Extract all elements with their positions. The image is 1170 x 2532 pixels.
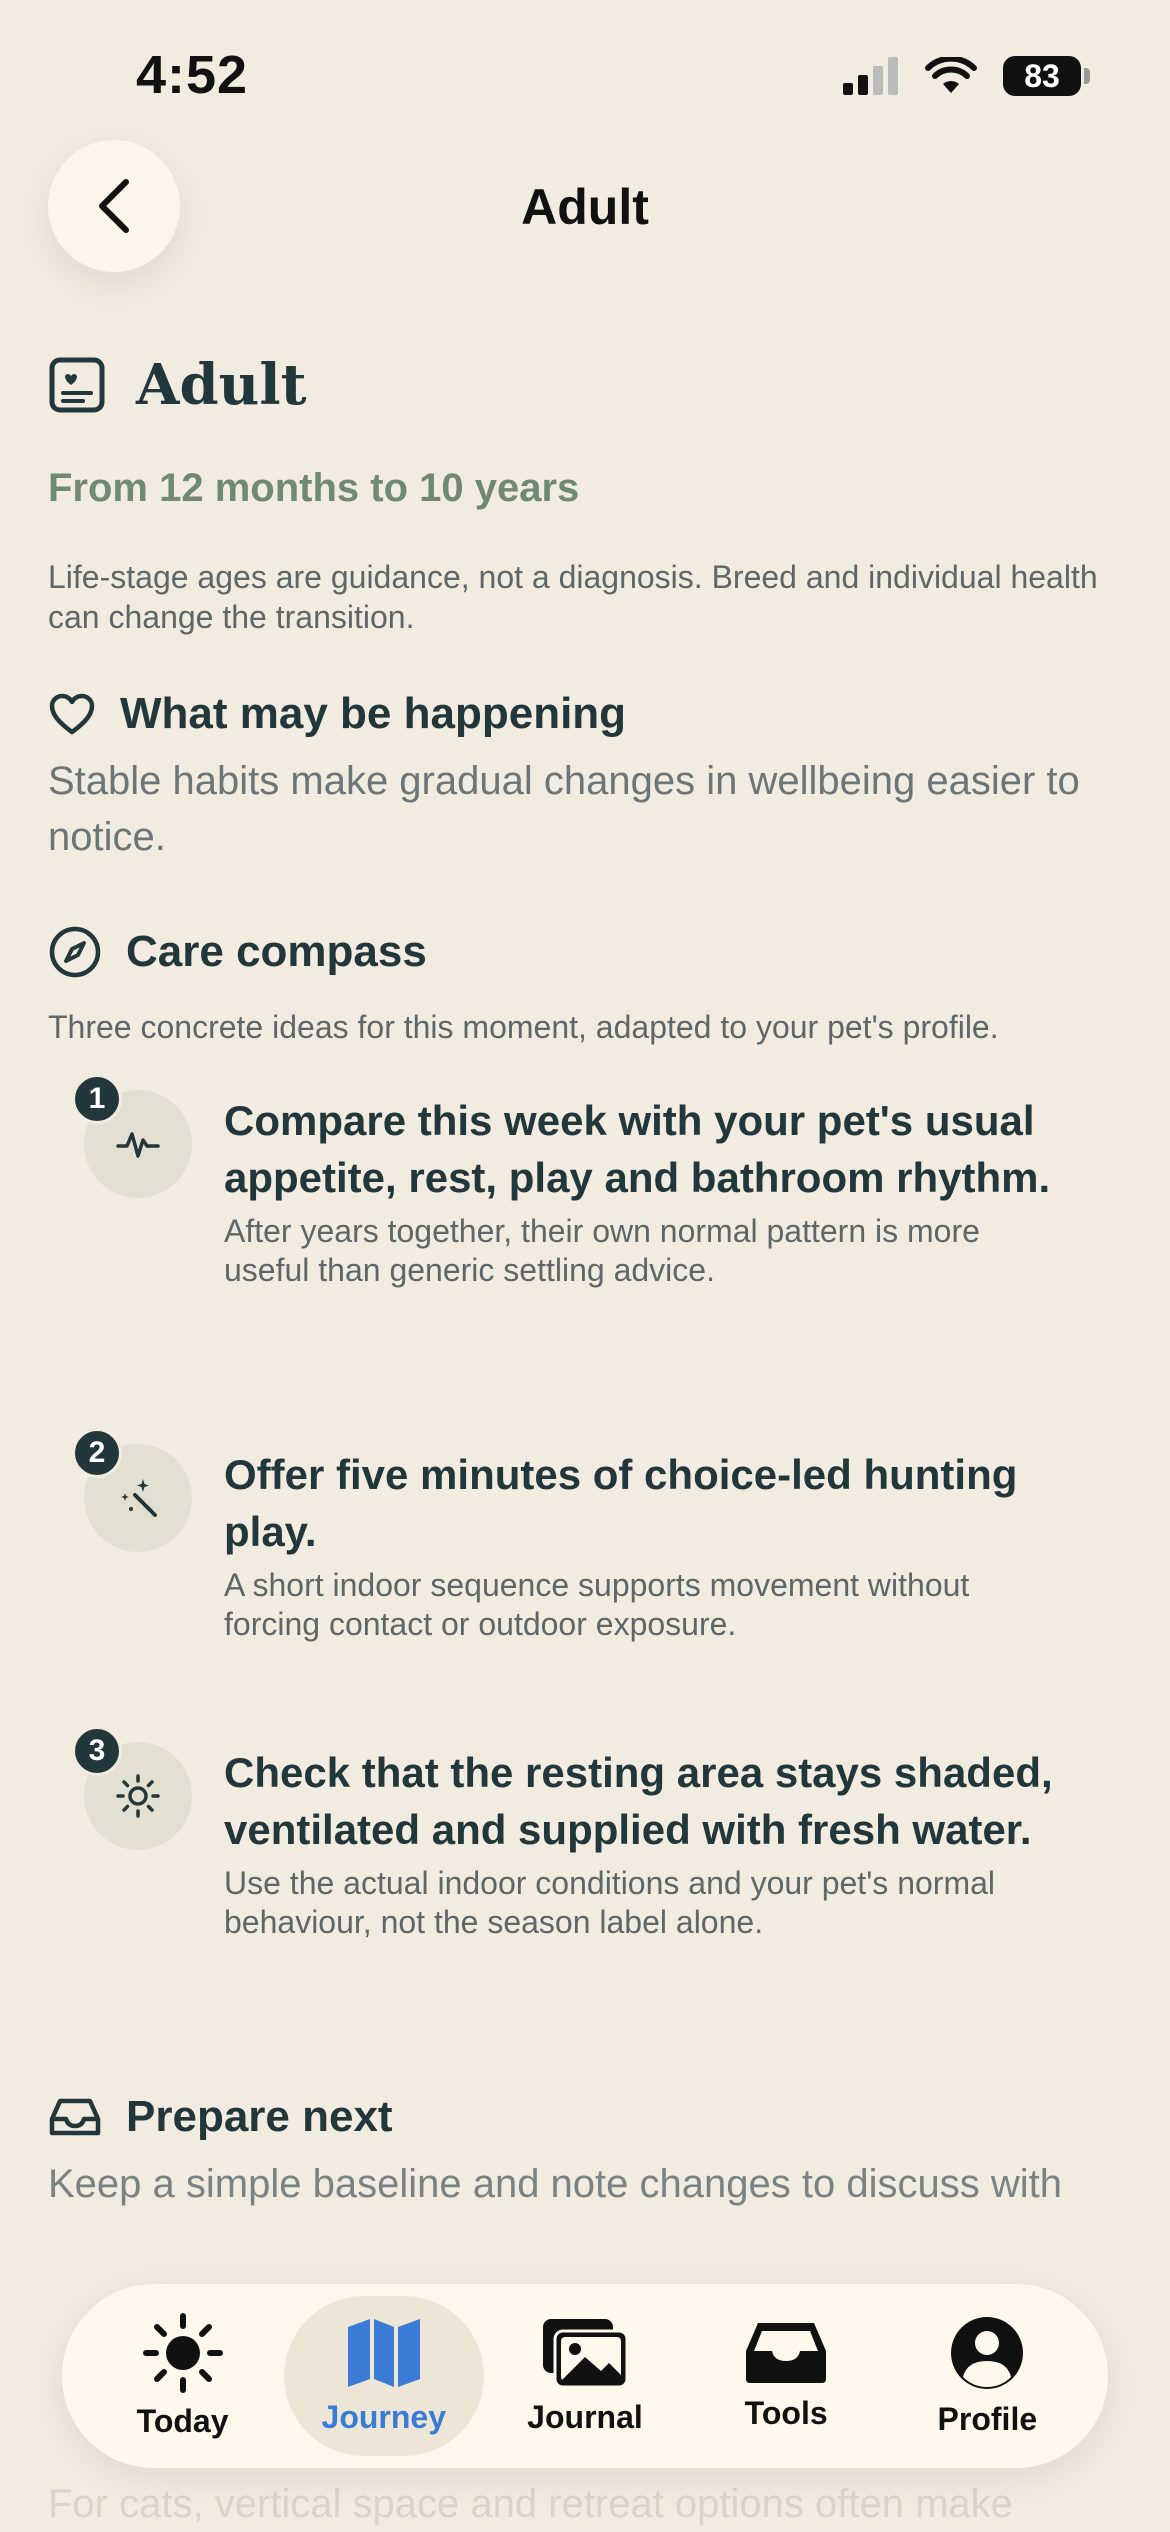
wifi-icon <box>925 57 977 93</box>
prepare-title: Prepare next <box>126 2092 393 2141</box>
tab-label: Journal <box>527 2398 643 2435</box>
page-title: Adult <box>136 352 307 418</box>
tab-label: Profile <box>937 2400 1038 2437</box>
idea-item-3: 3 Check that the resting area stays shad… <box>48 1726 1122 1992</box>
tab-label: Journey <box>321 2398 447 2435</box>
tab-label: Today <box>136 2402 229 2439</box>
photos-icon <box>542 2318 629 2388</box>
tab-journal[interactable]: Journal <box>485 2296 685 2456</box>
idea-icon-wrap: 3 <box>48 1726 224 1992</box>
cellular-signal-icon <box>843 57 898 95</box>
age-range: From 12 months to 10 years <box>48 466 580 510</box>
happening-header: What may be happening <box>48 689 1122 739</box>
idea-description: After years together, their own normal p… <box>224 1213 980 1288</box>
compass-icon <box>49 926 101 978</box>
heart-icon <box>49 693 95 735</box>
idea-number-badge: 1 <box>72 1074 122 1124</box>
status-time: 4:52 <box>136 45 249 105</box>
compass-subtitle: Three concrete ideas for this moment, ad… <box>48 1009 999 1045</box>
idea-item-1: 1 Compare this week with your pet's usua… <box>48 1074 1122 1444</box>
idea-item-2: 2 Offer five minutes of choice-led hunti… <box>48 1428 1122 1742</box>
idea-body: Offer five minutes of choice-led hunting… <box>224 1444 1084 1742</box>
idea-body: Check that the resting area stays shaded… <box>224 1742 1084 1992</box>
sun-icon <box>142 2312 223 2393</box>
idea-title: Offer five minutes of choice-led hunting… <box>224 1451 1018 1555</box>
idea-number-badge: 3 <box>72 1726 122 1776</box>
status-icons: 83 <box>843 56 1090 96</box>
happening-text: Stable habits make gradual changes in we… <box>48 759 1080 859</box>
tab-bar: Today Journey Journal Tools Profile <box>62 2284 1108 2468</box>
tab-label: Tools <box>744 2394 828 2431</box>
idea-description: A short indoor sequence supports movemen… <box>224 1567 970 1642</box>
prepare-header: Prepare next <box>48 2092 1122 2142</box>
faded-text: For cats, vertical space and retreat opt… <box>48 2482 1013 2526</box>
map-icon <box>347 2318 420 2387</box>
happening-section: What may be happening Stable habits make… <box>48 689 1122 865</box>
stage-detail: Adult From 12 months to 10 years Life-st… <box>48 340 1122 2212</box>
battery-indicator: 83 <box>1003 56 1090 96</box>
tab-today[interactable]: Today <box>83 2296 283 2456</box>
id-card-icon <box>49 357 105 413</box>
happening-title: What may be happening <box>120 689 627 738</box>
idea-body: Compare this week with your pet's usual … <box>224 1090 1084 1444</box>
idea-title: Check that the resting area stays shaded… <box>224 1749 1053 1853</box>
tab-tools[interactable]: Tools <box>686 2296 886 2456</box>
compass-section: Care compass Three concrete ideas for th… <box>48 925 1122 1992</box>
tray-icon <box>746 2322 827 2383</box>
person-icon <box>951 2316 1024 2389</box>
idea-title: Compare this week with your pet's usual … <box>224 1097 1051 1201</box>
idea-icon-wrap: 2 <box>48 1428 224 1742</box>
prepare-text: Keep a simple baseline and note changes … <box>48 2162 1062 2206</box>
idea-number-badge: 2 <box>72 1428 122 1478</box>
idea-list: 1 Compare this week with your pet's usua… <box>48 1074 1122 1992</box>
battery-tip <box>1084 68 1090 84</box>
stage-header: Adult <box>48 340 1122 430</box>
compass-title: Care compass <box>126 927 427 976</box>
status-bar: 4:52 83 <box>0 0 1170 150</box>
sparkle-wand-icon <box>121 1479 157 1517</box>
prepare-section: Prepare next Keep a simple baseline and … <box>48 2092 1122 2212</box>
disclaimer-text: Life-stage ages are guidance, not a diag… <box>48 559 1098 635</box>
compass-header: Care compass <box>48 925 1122 979</box>
pulse-icon <box>116 1132 160 1158</box>
idea-description: Use the actual indoor conditions and you… <box>224 1865 995 1940</box>
idea-icon-wrap: 1 <box>48 1074 224 1444</box>
inbox-icon <box>49 2098 101 2136</box>
tab-journey[interactable]: Journey <box>283 2296 484 2456</box>
battery-level: 83 <box>1003 56 1081 96</box>
nav-title: Adult <box>521 179 649 235</box>
sun-icon <box>116 1774 160 1818</box>
tab-profile[interactable]: Profile <box>887 2296 1087 2456</box>
